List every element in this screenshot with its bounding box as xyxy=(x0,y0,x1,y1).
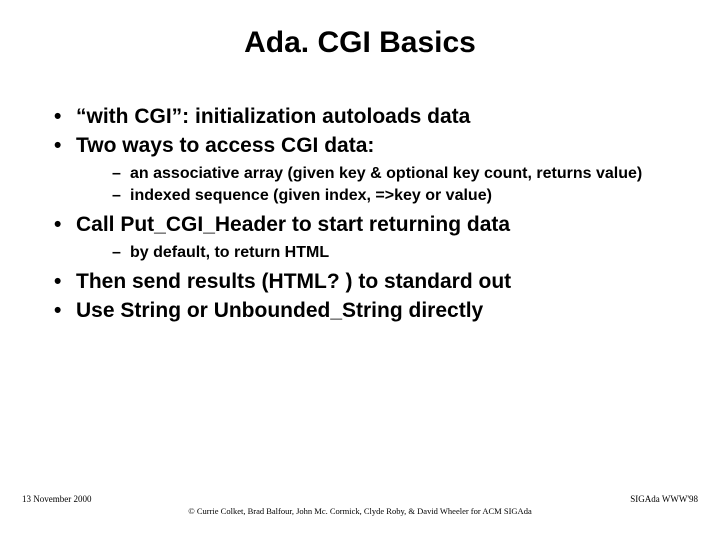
bullet-text: an associative array (given key & option… xyxy=(130,165,642,182)
bullet-text: Then send results (HTML? ) to standard o… xyxy=(76,270,511,293)
bullet-text: Two ways to access CGI data: xyxy=(76,134,374,157)
list-item: “with CGI”: initialization autoloads dat… xyxy=(54,104,680,131)
bullet-text: Call Put_CGI_Header to start returning d… xyxy=(76,213,510,236)
bullet-list: “with CGI”: initialization autoloads dat… xyxy=(54,104,680,324)
list-item: Then send results (HTML? ) to standard o… xyxy=(54,269,680,296)
sub-list: an associative array (given key & option… xyxy=(76,164,680,206)
attribution-text: © Currie Colket, Brad Balfour, John Mc. … xyxy=(188,506,531,516)
bullet-text: indexed sequence (given index, =>key or … xyxy=(130,187,492,204)
bullet-text: by default, to return HTML xyxy=(130,244,329,261)
slide-body: “with CGI”: initialization autoloads dat… xyxy=(0,104,720,324)
slide: Ada. CGI Basics “with CGI”: initializati… xyxy=(0,0,720,540)
list-item: Two ways to access CGI data: an associat… xyxy=(54,133,680,206)
list-item: an associative array (given key & option… xyxy=(112,164,680,184)
sub-list: by default, to return HTML xyxy=(76,243,680,263)
footer-date: 13 November 2000 xyxy=(22,494,92,504)
bullet-text: “with CGI”: initialization autoloads dat… xyxy=(76,105,470,128)
list-item: Use String or Unbounded_String directly xyxy=(54,298,680,325)
list-item: indexed sequence (given index, =>key or … xyxy=(112,186,680,206)
footer-row: 13 November 2000 SIGAda WWW'98 xyxy=(22,494,698,504)
footer-attribution: © Currie Colket, Brad Balfour, John Mc. … xyxy=(22,506,698,516)
slide-title: Ada. CGI Basics xyxy=(0,0,720,104)
slide-footer: 13 November 2000 SIGAda WWW'98 © Currie … xyxy=(0,494,720,516)
list-item: by default, to return HTML xyxy=(112,243,680,263)
list-item: Call Put_CGI_Header to start returning d… xyxy=(54,212,680,263)
footer-right: SIGAda WWW'98 xyxy=(630,494,698,504)
bullet-text: Use String or Unbounded_String directly xyxy=(76,299,483,322)
